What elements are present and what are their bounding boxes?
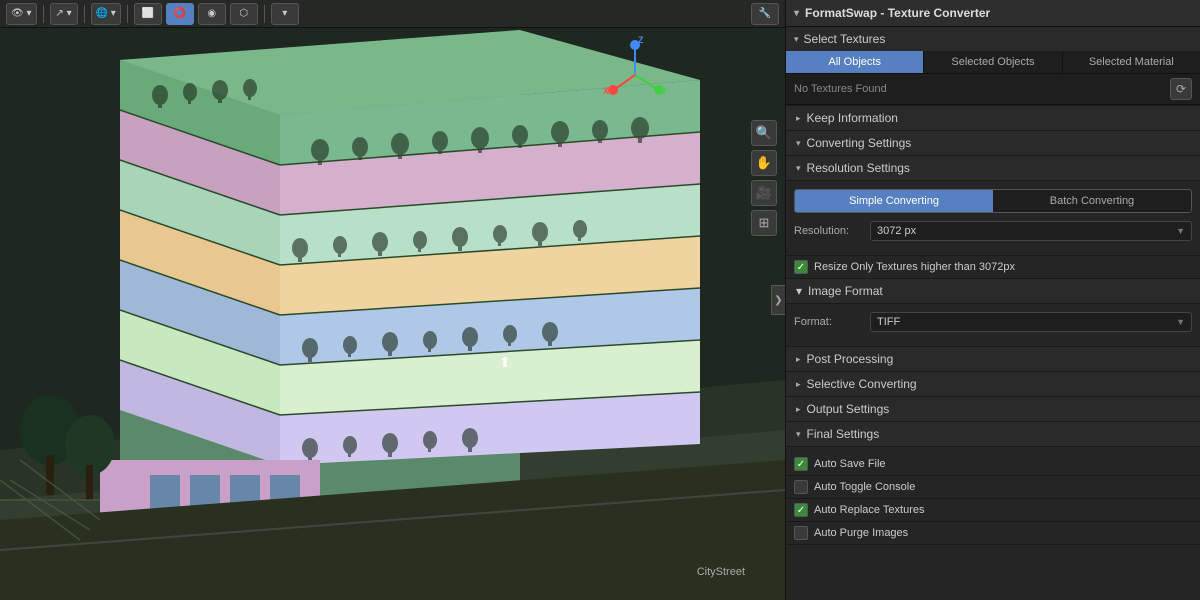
gizmo-btn[interactable]: ▾: [271, 3, 299, 25]
tab-simple-converting[interactable]: Simple Converting: [795, 190, 993, 212]
auto-save-checkbox[interactable]: [794, 457, 808, 471]
post-processing-label: Post Processing: [807, 352, 894, 366]
resolution-chevron: ▼: [1176, 226, 1185, 236]
auto-toggle-checkbox[interactable]: [794, 480, 808, 494]
image-format-arrow: ▾: [796, 284, 802, 298]
auto-replace-row: Auto Replace Textures: [786, 499, 1200, 522]
format-row: Format: TIFF ▼: [794, 312, 1192, 332]
auto-purge-checkbox[interactable]: [794, 526, 808, 540]
final-settings-arrow: ▾: [796, 429, 801, 440]
auto-replace-checkbox[interactable]: [794, 503, 808, 517]
texture-tabs: All Objects Selected Objects Selected Ma…: [786, 51, 1200, 74]
zoom-icon-btn[interactable]: 🔍: [751, 120, 777, 146]
tab-selected-objects[interactable]: Selected Objects: [924, 51, 1062, 73]
resolution-row: Resolution: 3072 px ▼: [794, 221, 1192, 241]
final-settings-label: Final Settings: [807, 427, 880, 441]
resize-only-row: Resize Only Textures higher than 3072px: [786, 256, 1200, 279]
camera-icon-btn[interactable]: 🎥: [751, 180, 777, 206]
output-settings-label: Output Settings: [807, 402, 890, 416]
transform-btn[interactable]: ↗ ▾: [50, 3, 78, 25]
auto-purge-row: Auto Purge Images: [786, 522, 1200, 545]
select-textures-section: ▾ Select Textures All Objects Selected O…: [786, 27, 1200, 106]
viewport[interactable]: Z Y X ⬆ 👁 ▾ ↗ ▾ 🌐 ▾ ⬜ ⭕ ◉ ⬡ ▾ 🔧 🔍 ✋: [0, 0, 785, 600]
hand-icon-btn[interactable]: ✋: [751, 150, 777, 176]
auto-replace-label: Auto Replace Textures: [814, 504, 924, 516]
image-format-header[interactable]: ▾ Image Format: [786, 279, 1200, 304]
viewport-toolbar: 👁 ▾ ↗ ▾ 🌐 ▾ ⬜ ⭕ ◉ ⬡ ▾ 🔧: [0, 0, 785, 28]
image-format-label: Image Format: [808, 284, 883, 298]
format-label: Format:: [794, 316, 864, 328]
selective-converting-arrow: ▸: [796, 379, 801, 390]
refresh-btn[interactable]: ⟳: [1170, 78, 1192, 100]
panel-header: ▾ FormatSwap - Texture Converter: [786, 0, 1200, 27]
post-processing-arrow: ▸: [796, 354, 801, 365]
viewport-shading-btn[interactable]: 🌐 ▾: [91, 3, 121, 25]
auto-toggle-row: Auto Toggle Console: [786, 476, 1200, 499]
simple-batch-tabs: Simple Converting Batch Converting: [794, 189, 1192, 213]
converting-settings-row[interactable]: ▾ Converting Settings: [786, 131, 1200, 156]
tab-selected-material[interactable]: Selected Material: [1063, 51, 1200, 73]
resolution-settings-label: Resolution Settings: [807, 161, 910, 175]
auto-toggle-label: Auto Toggle Console: [814, 481, 915, 493]
svg-text:⬆: ⬆: [499, 354, 511, 370]
resolution-value: 3072 px: [877, 225, 916, 237]
tab-batch-converting[interactable]: Batch Converting: [993, 190, 1191, 212]
final-settings-row[interactable]: ▾ Final Settings: [786, 422, 1200, 447]
final-settings-content: Auto Save File Auto Toggle Console Auto …: [786, 447, 1200, 551]
auto-save-row: Auto Save File: [786, 453, 1200, 476]
image-format-content: Format: TIFF ▼: [786, 304, 1200, 347]
post-processing-row[interactable]: ▸ Post Processing: [786, 347, 1200, 372]
tab-all-objects[interactable]: All Objects: [786, 51, 924, 73]
viewport-collapse-arrow[interactable]: ❯: [771, 285, 785, 315]
keep-information-label: Keep Information: [807, 111, 898, 125]
select-textures-arrow: ▾: [794, 34, 799, 45]
output-settings-arrow: ▸: [796, 404, 801, 415]
keep-information-arrow: ▸: [796, 113, 801, 124]
viewport-sidebar: 🔍 ✋ 🎥 ⊞: [751, 120, 777, 236]
resize-only-checkbox[interactable]: [794, 260, 808, 274]
select-textures-header[interactable]: ▾ Select Textures: [786, 27, 1200, 51]
resolution-settings-content: Simple Converting Batch Converting Resol…: [786, 181, 1200, 256]
solid-btn[interactable]: ⭕: [166, 3, 194, 25]
panel-header-arrow: ▾: [794, 8, 799, 19]
right-panel: ▾ FormatSwap - Texture Converter ▾ Selec…: [785, 0, 1200, 600]
panel-title: FormatSwap - Texture Converter: [805, 6, 990, 20]
resolution-settings-arrow: ▾: [796, 163, 801, 174]
svg-text:Y: Y: [661, 86, 667, 96]
resolution-select[interactable]: 3072 px ▼: [870, 221, 1192, 241]
no-textures-row: No Textures Found ⟳: [786, 74, 1200, 105]
render-preview-btn[interactable]: ⬡: [230, 3, 258, 25]
svg-text:X: X: [603, 86, 609, 96]
auto-purge-label: Auto Purge Images: [814, 527, 908, 539]
keep-information-row[interactable]: ▸ Keep Information: [786, 106, 1200, 131]
select-textures-label: Select Textures: [804, 32, 886, 46]
properties-btn[interactable]: 🔧: [751, 3, 779, 25]
material-preview-btn[interactable]: ◉: [198, 3, 226, 25]
resolution-label: Resolution:: [794, 225, 864, 237]
output-settings-row[interactable]: ▸ Output Settings: [786, 397, 1200, 422]
selective-converting-label: Selective Converting: [807, 377, 917, 391]
grid-icon-btn[interactable]: ⊞: [751, 210, 777, 236]
format-chevron: ▼: [1176, 317, 1185, 327]
view-mode-btn[interactable]: 👁 ▾: [6, 3, 37, 25]
no-textures-text: No Textures Found: [794, 83, 1166, 95]
converting-settings-arrow: ▾: [796, 138, 801, 149]
svg-text:Z: Z: [638, 35, 644, 45]
resize-only-label: Resize Only Textures higher than 3072px: [814, 261, 1015, 273]
format-value: TIFF: [877, 316, 900, 328]
scene-label: CityStreet: [697, 566, 745, 578]
overlay-btn[interactable]: ⬜: [134, 3, 162, 25]
selective-converting-row[interactable]: ▸ Selective Converting: [786, 372, 1200, 397]
format-select[interactable]: TIFF ▼: [870, 312, 1192, 332]
auto-save-label: Auto Save File: [814, 458, 886, 470]
converting-settings-label: Converting Settings: [807, 136, 912, 150]
resolution-settings-row[interactable]: ▾ Resolution Settings: [786, 156, 1200, 181]
